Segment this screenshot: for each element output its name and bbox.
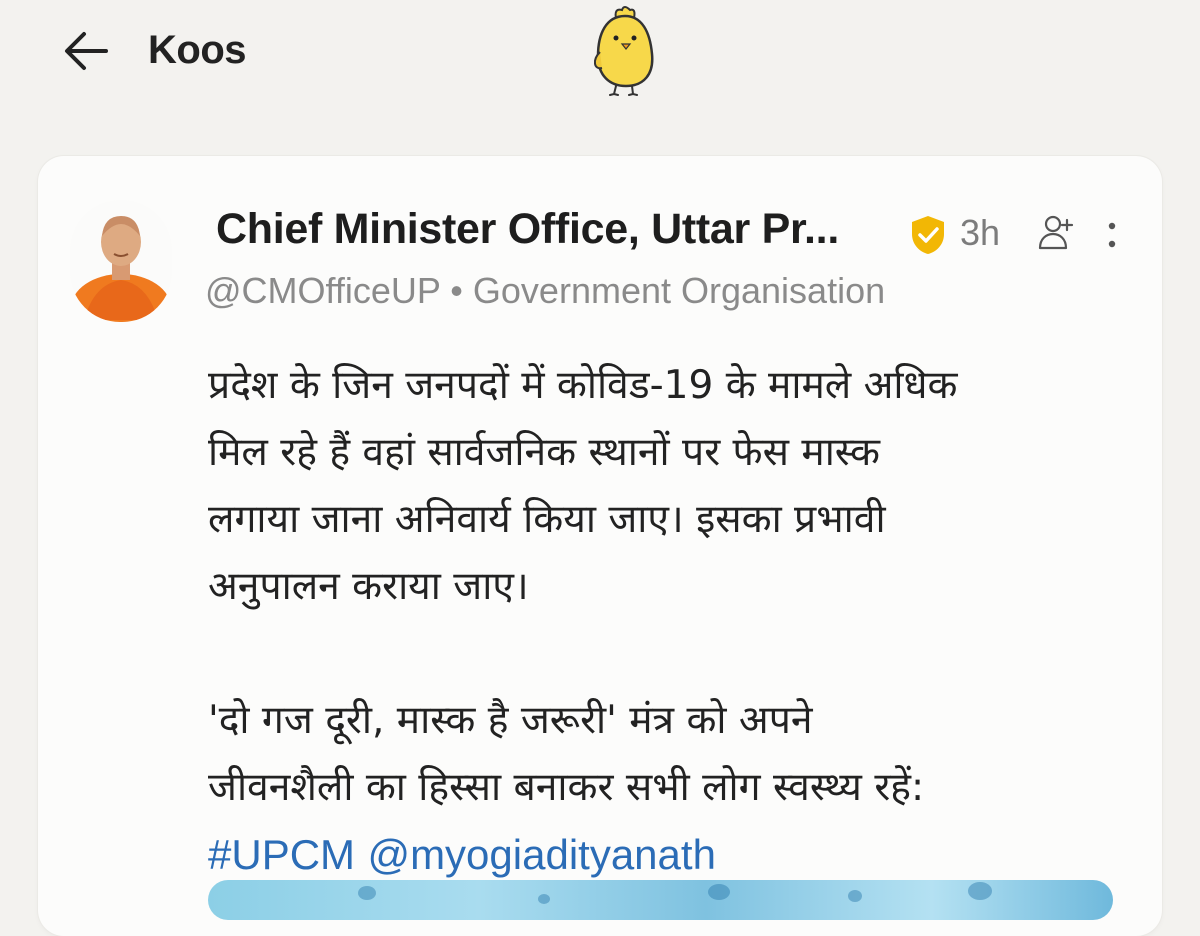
author-meta: @CMOfficeUP • Government Organisation: [205, 270, 885, 312]
post-media-image[interactable]: [208, 880, 1113, 920]
post-body-line: लगाया जाना अनिवार्य किया जाए। इसका प्रभा…: [208, 497, 886, 542]
meta-separator: •: [450, 270, 463, 311]
author-name[interactable]: Chief Minister Office, Uttar Pr...: [216, 205, 839, 254]
mention-link[interactable]: @myogiadityanath: [367, 831, 716, 878]
verified-badge-icon: [908, 214, 948, 256]
post-body-line: जीवनशैली का हिस्सा बनाकर सभी लोग स्वस्थ्…: [208, 765, 925, 810]
author-category: Government Organisation: [472, 270, 886, 311]
post-body-line: मिल रहे हैं वहां सार्वजनिक स्थानों पर फे…: [208, 430, 880, 475]
top-app-bar: Koos: [0, 0, 1200, 120]
page-title: Koos: [148, 28, 247, 72]
arrow-left-icon[interactable]: [60, 28, 112, 74]
post-body-line: प्रदेश के जिन जनपदों में कोविड-19 के माम…: [208, 363, 958, 408]
post-body: प्रदेश के जिन जनपदों में कोविड-19 के माम…: [208, 352, 1148, 890]
post-body-line: 'दो गज दूरी, मास्क है जरूरी' मंत्र को अप…: [208, 698, 813, 743]
koo-logo-icon[interactable]: [586, 4, 664, 96]
post-body-line: अनुपालन कराया जाए।: [208, 564, 529, 609]
hashtag-link[interactable]: #UPCM: [208, 831, 355, 878]
avatar[interactable]: [70, 200, 172, 322]
more-vertical-icon[interactable]: [1098, 214, 1126, 254]
author-handle[interactable]: @CMOfficeUP: [205, 270, 440, 311]
post-time: 3h: [960, 212, 1001, 253]
add-person-icon[interactable]: [1036, 212, 1076, 252]
